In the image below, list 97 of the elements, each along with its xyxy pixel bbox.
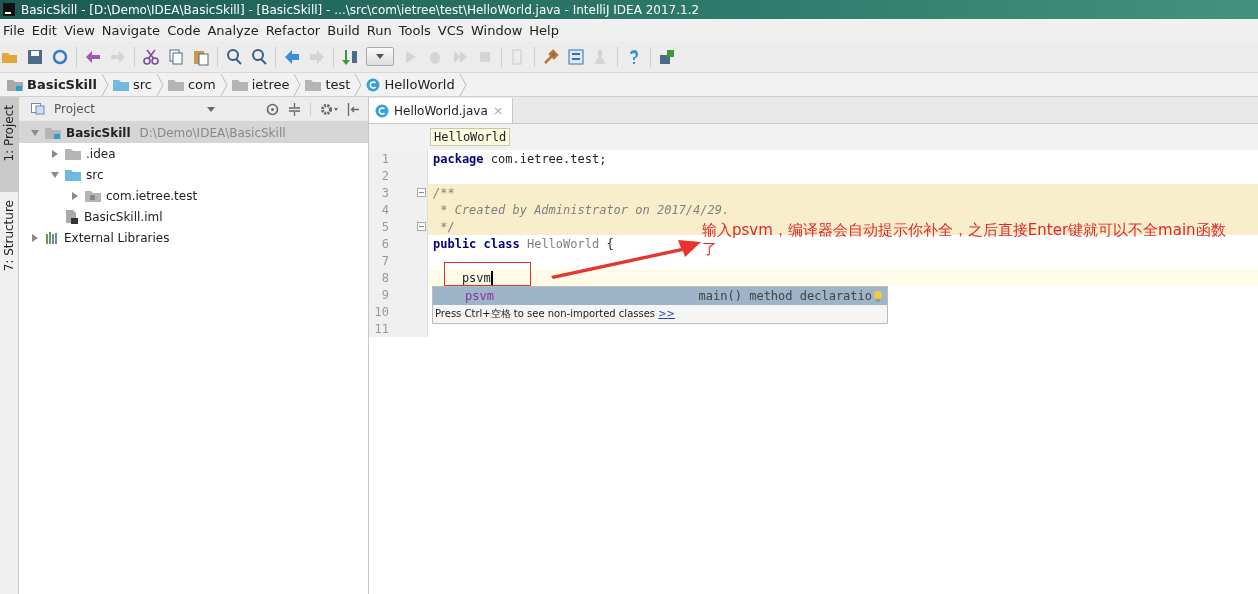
folder-icon	[112, 78, 129, 91]
collapse-all-icon[interactable]	[288, 102, 301, 116]
chevron-icon	[155, 73, 164, 96]
tree-item[interactable]: src	[19, 164, 368, 185]
code-line: package com.ietree.test;	[433, 151, 607, 166]
locate-icon[interactable]	[266, 102, 279, 116]
tool-window-tab[interactable]: 7: Structure	[0, 191, 18, 279]
line-number: 4	[380, 202, 389, 217]
expand-arrow-icon[interactable]	[50, 148, 60, 159]
panel-title[interactable]: Project	[54, 102, 96, 116]
breadcrumb-item[interactable]: ietree	[229, 77, 294, 92]
copy-icon[interactable]	[167, 47, 185, 66]
expand-arrow-icon[interactable]	[30, 232, 40, 243]
lightbulb-icon	[873, 290, 883, 302]
class-icon	[366, 77, 381, 92]
menu-item[interactable]: Window	[468, 22, 527, 38]
line-number: 7	[380, 253, 389, 268]
menu-item[interactable]: Tools	[395, 22, 435, 38]
find-icon[interactable]	[225, 47, 243, 66]
fold-marker-icon[interactable]	[417, 188, 426, 197]
line-number: 5	[380, 219, 389, 234]
folder-icon	[85, 189, 101, 202]
completion-item[interactable]: psvm main() method declaratio	[433, 287, 887, 305]
expand-arrow-icon[interactable]	[30, 127, 40, 138]
window-title: BasicSkill - [D:\Demo\IDEA\BasicSkill] - [BasicSkill] - ...\src\com\ietree\test\HelloWorld.java - IntelliJ IDEA 2017.1.2	[21, 2, 700, 17]
class-icon	[375, 103, 389, 118]
menu-item[interactable]: Navigate	[98, 22, 165, 38]
code-line: * Created by Administrator on 2017/4/29.	[439, 202, 730, 217]
breadcrumb-item[interactable]: HelloWorld	[430, 128, 511, 146]
expand-arrow-icon[interactable]	[70, 190, 80, 201]
line-number: 8	[380, 270, 389, 285]
chevron-icon	[100, 73, 109, 96]
menu-item[interactable]: VCS	[434, 22, 469, 38]
line-number: 2	[380, 168, 389, 183]
expand-arrow-icon[interactable]	[50, 169, 60, 180]
breadcrumb-item[interactable]: com	[165, 77, 220, 92]
line-number: 9	[380, 287, 389, 302]
annotation-text: 输入psvm，编译器会自动提示你补全，之后直接Enter键就可以不全main函数了	[702, 221, 1227, 259]
chevron-icon	[458, 73, 467, 96]
module-icon	[7, 78, 23, 91]
folder-icon	[65, 168, 81, 181]
structure-icon[interactable]	[567, 47, 585, 66]
tree-item[interactable]: com.ietree.test	[19, 185, 368, 206]
menu-item[interactable]: File	[0, 22, 29, 38]
menu-item[interactable]: View	[60, 22, 99, 38]
app-icon	[3, 3, 15, 16]
save-icon[interactable]	[26, 47, 44, 66]
tree-item[interactable]: External Libraries	[19, 227, 368, 248]
cut-icon[interactable]	[142, 47, 160, 66]
menu-item[interactable]: Analyze	[204, 22, 263, 38]
chevron-icon	[293, 73, 302, 96]
hide-panel-icon[interactable]	[347, 102, 360, 116]
folder-icon	[65, 147, 81, 160]
tree-item[interactable]: BasicSkill D:\Demo\IDEA\BasicSkill	[19, 122, 368, 143]
breadcrumb-item[interactable]: BasicSkill	[5, 77, 101, 92]
caret-icon	[376, 54, 384, 59]
dropdown-icon[interactable]	[207, 106, 215, 112]
line-number: 11	[373, 321, 389, 336]
chevron-icon	[354, 73, 363, 96]
line-number: 10	[373, 304, 389, 319]
chevron-icon	[219, 73, 228, 96]
editor-tab[interactable]: HelloWorld.java ×	[369, 98, 513, 123]
code-line: /**	[433, 185, 455, 200]
folder-icon	[305, 78, 322, 91]
menu-item[interactable]: Edit	[28, 22, 61, 38]
code-line: public class HelloWorld {	[433, 236, 614, 251]
file-icon	[65, 209, 79, 224]
line-number: 1	[380, 151, 389, 166]
folder-icon	[231, 78, 248, 91]
tree-item[interactable]: .idea	[19, 143, 368, 164]
library-icon	[45, 231, 59, 244]
make-icon[interactable]	[341, 47, 359, 66]
menu-item[interactable]: Help	[526, 22, 563, 38]
hint-text: Press Ctrl+空格 to see non-imported classes	[435, 308, 656, 319]
line-number: 6	[380, 236, 389, 251]
folder-icon	[45, 126, 61, 139]
menu-item[interactable]: Run	[363, 22, 396, 38]
settings-icon[interactable]	[542, 47, 560, 66]
tool-window-tab[interactable]: 1: Project	[0, 97, 18, 192]
run-config-dropdown[interactable]	[366, 47, 394, 66]
menu-item[interactable]: Build	[324, 22, 364, 38]
replace-icon[interactable]	[250, 47, 268, 66]
menu-item[interactable]: Code	[164, 22, 205, 38]
code-line: psvm	[460, 270, 491, 285]
folder-icon	[167, 78, 184, 91]
settings-icon[interactable]	[320, 102, 338, 116]
hint-link[interactable]: >>	[658, 308, 675, 319]
breadcrumb-item[interactable]: HelloWorld	[364, 77, 459, 92]
line-number: 3	[380, 185, 389, 200]
tree-item[interactable]: BasicSkill.iml	[19, 206, 368, 227]
breadcrumb-item[interactable]: src	[110, 77, 156, 92]
project-icon	[31, 103, 45, 115]
breadcrumb-item[interactable]: test	[303, 77, 355, 92]
code-line: */	[439, 219, 455, 234]
menu-item[interactable]: Refactor	[262, 22, 325, 38]
plugin-icon[interactable]	[658, 47, 676, 66]
fold-marker-icon[interactable]	[417, 222, 426, 231]
